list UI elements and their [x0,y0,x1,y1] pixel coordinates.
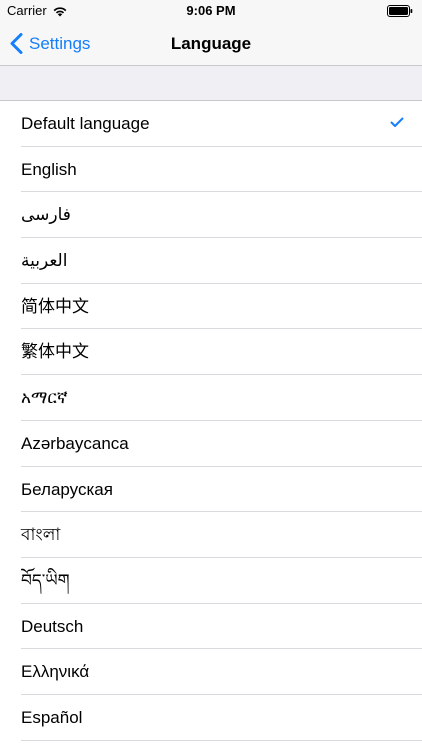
language-option[interactable]: Deutsch [0,604,422,650]
section-header [0,66,422,101]
language-option[interactable]: བོད་ཡིག [0,558,422,604]
language-label: 繁体中文 [21,342,89,362]
language-label: Default language [21,114,150,133]
language-option[interactable]: 简体中文 [0,284,422,330]
language-option[interactable]: Español [0,695,422,741]
language-label: Ελληνικά [21,662,90,682]
language-list: Default language English فارسی العربية 简体中文繁… [0,101,422,741]
language-label: Azərbaycanca [21,433,129,453]
language-label: English [21,159,77,179]
language-option[interactable]: English [0,147,422,193]
language-label: Deutsch [21,616,84,636]
language-label: العربية [21,251,68,271]
language-option[interactable]: Azərbaycanca [0,421,422,467]
language-label: Беларуская [21,479,113,499]
language-label: বাংলা [21,525,61,545]
status-time: 9:06 PM [186,3,236,18]
language-option[interactable]: Ελληνικά [0,649,422,695]
checkmark-icon [390,117,404,127]
battery-icon [387,5,413,17]
status-bar: Carrier 9:06 PM [0,0,422,22]
language-option[interactable]: Default language [0,101,422,147]
language-option[interactable]: 繁体中文 [0,329,422,375]
language-option[interactable]: العربية [0,238,422,284]
language-option[interactable]: বাংলা [0,512,422,558]
language-option[interactable]: አማርኛ [0,375,422,421]
navigation-bar: Settings Language [0,22,422,66]
page-title: Language [170,34,252,53]
language-label: አማርኛ [21,388,68,408]
language-label: 简体中文 [21,296,89,316]
language-label: Español [21,707,83,727]
language-option[interactable]: فارسی [0,192,422,238]
language-option[interactable]: Беларуская [0,467,422,513]
language-label: فارسی [21,205,71,225]
language-label: བོད་ཡིག [21,570,70,590]
